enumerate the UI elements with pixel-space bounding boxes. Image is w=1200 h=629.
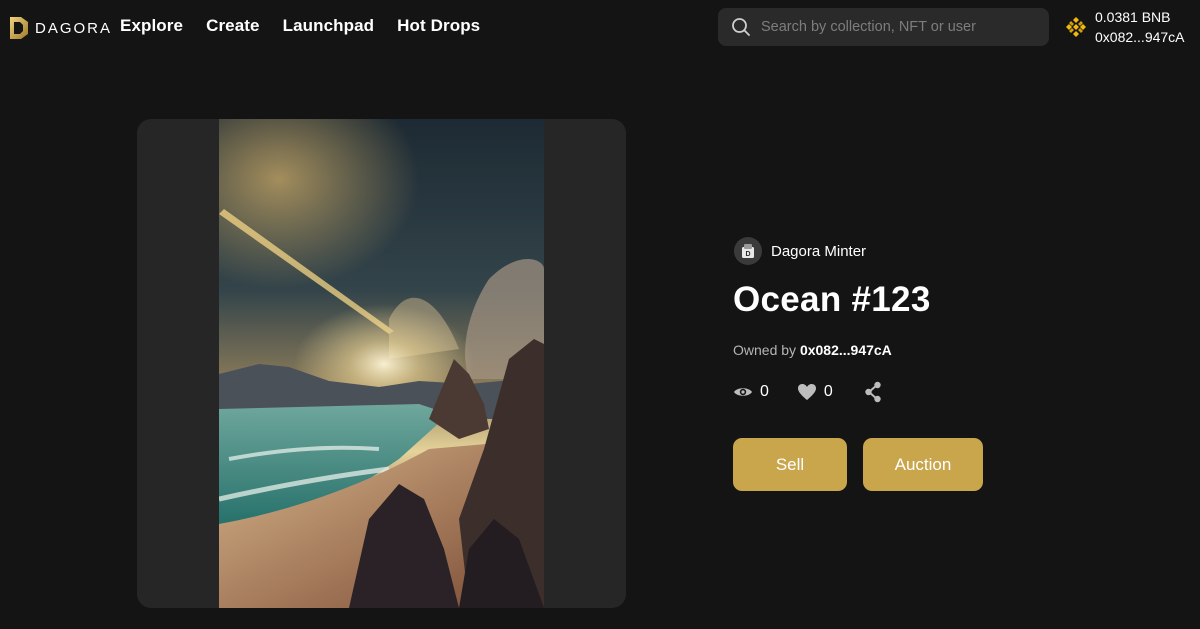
views-count: 0 <box>760 383 769 400</box>
heart-icon[interactable] <box>797 382 817 402</box>
main-nav: Explore Create Launchpad Hot Drops <box>120 16 480 36</box>
search-bar[interactable] <box>718 8 1049 46</box>
nav-launchpad[interactable]: Launchpad <box>283 16 375 36</box>
wallet-balance: 0.0381 BNB <box>1095 9 1171 25</box>
creator-name: Dagora Minter <box>771 242 867 260</box>
nav-create[interactable]: Create <box>206 16 260 36</box>
creator-avatar-icon: D <box>734 237 762 265</box>
search-icon <box>732 18 750 36</box>
creator-link[interactable]: D Dagora Minter <box>734 237 866 265</box>
wallet-text: 0.0381 BNB 0x082...947cA <box>1095 7 1185 47</box>
logo-text: DAGORA <box>35 19 113 37</box>
nav-explore[interactable]: Explore <box>120 16 183 36</box>
nft-stats: 0 0 <box>733 380 883 404</box>
search-input[interactable] <box>761 19 1031 35</box>
owner-info: Owned by 0x082...947cA <box>733 342 892 358</box>
svg-text:D: D <box>745 251 750 258</box>
header: DAGORA Explore Create Launchpad Hot Drop… <box>0 0 1200 56</box>
likes-count: 0 <box>823 383 833 400</box>
nft-artwork-image[interactable] <box>219 119 544 608</box>
owner-address[interactable]: 0x082...947cA <box>800 342 892 358</box>
owned-by-label: Owned by <box>733 342 797 358</box>
nft-title: Ocean #123 <box>733 280 931 319</box>
eye-icon <box>734 388 752 396</box>
wallet-info[interactable]: 0.0381 BNB 0x082...947cA <box>1065 7 1185 47</box>
share-icon[interactable] <box>863 381 883 403</box>
nft-image-panel <box>137 119 626 608</box>
views-stat: 0 <box>733 382 769 402</box>
likes-stat[interactable]: 0 <box>797 382 833 402</box>
nav-hot-drops[interactable]: Hot Drops <box>397 16 480 36</box>
sell-button[interactable]: Sell <box>733 438 847 491</box>
dagora-logo[interactable]: DAGORA <box>8 14 112 42</box>
auction-button[interactable]: Auction <box>863 438 983 491</box>
dagora-logo-icon <box>10 17 28 39</box>
wallet-address: 0x082...947cA <box>1095 29 1185 45</box>
bnb-icon <box>1066 17 1086 37</box>
